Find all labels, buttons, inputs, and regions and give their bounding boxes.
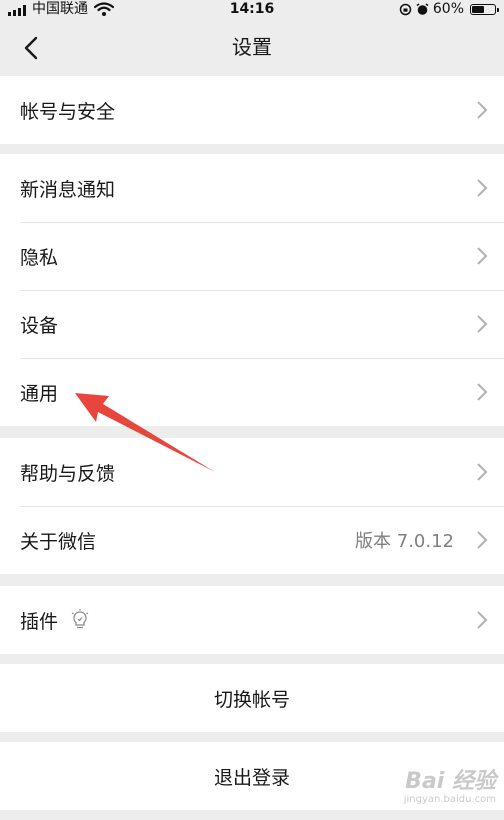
switch-account-label: 切换帐号 (213, 688, 290, 711)
row-label: 关于微信 (20, 530, 97, 553)
version-value: 版本 7.0.12 (355, 531, 454, 552)
row-about[interactable]: 关于微信 版本 7.0.12 (0, 506, 504, 574)
row-general[interactable]: 通用 (0, 358, 504, 426)
status-bar: 中国联通 14:16 60% (0, 0, 504, 18)
watermark-sub: jingyan.baidu.com (403, 794, 496, 805)
watermark-main: Bai 经验 (405, 769, 496, 794)
battery-icon (470, 3, 499, 15)
row-label: 隐私 (20, 246, 59, 269)
nav-bar: 设置 (0, 18, 504, 76)
row-label: 通用 (20, 382, 59, 405)
chevron-right-icon (477, 383, 488, 401)
row-label: 帮助与反馈 (20, 462, 116, 485)
settings-group-plugins: 插件 (0, 586, 504, 654)
switch-account-button[interactable]: 切换帐号 (0, 664, 504, 732)
settings-group-help: 帮助与反馈 关于微信 版本 7.0.12 (0, 438, 504, 574)
watermark: Bai 经验 jingyan.baidu.com (404, 770, 496, 806)
chevron-right-icon (477, 179, 488, 197)
chevron-right-icon (477, 611, 488, 629)
logout-label: 退出登录 (213, 766, 290, 789)
page-title: 设置 (232, 35, 272, 59)
row-label: 帐号与安全 (20, 100, 116, 123)
row-help-feedback[interactable]: 帮助与反馈 (0, 438, 504, 506)
row-label: 设备 (20, 314, 59, 337)
chevron-right-icon (477, 463, 488, 481)
alarm-icon (416, 2, 429, 15)
settings-group-account: 帐号与安全 (0, 76, 504, 144)
switch-account-group: 切换帐号 (0, 664, 504, 732)
orientation-lock-icon (399, 3, 412, 15)
row-devices[interactable]: 设备 (0, 290, 504, 358)
row-account-security[interactable]: 帐号与安全 (0, 76, 504, 144)
row-privacy[interactable]: 隐私 (0, 222, 504, 290)
row-notifications[interactable]: 新消息通知 (0, 154, 504, 222)
row-label: 插件 (20, 610, 59, 633)
settings-group-general: 新消息通知 隐私 设备 通用 (0, 154, 504, 426)
row-label: 新消息通知 (20, 178, 116, 201)
lightbulb-icon (71, 609, 89, 629)
status-right: 60% (399, 0, 499, 18)
chevron-right-icon (477, 247, 488, 265)
chevron-right-icon (477, 315, 488, 333)
row-plugins[interactable]: 插件 (0, 586, 504, 654)
battery-fill (472, 5, 484, 13)
chevron-right-icon (477, 531, 488, 549)
chevron-right-icon (477, 101, 488, 119)
battery-percent: 60% (432, 1, 464, 17)
